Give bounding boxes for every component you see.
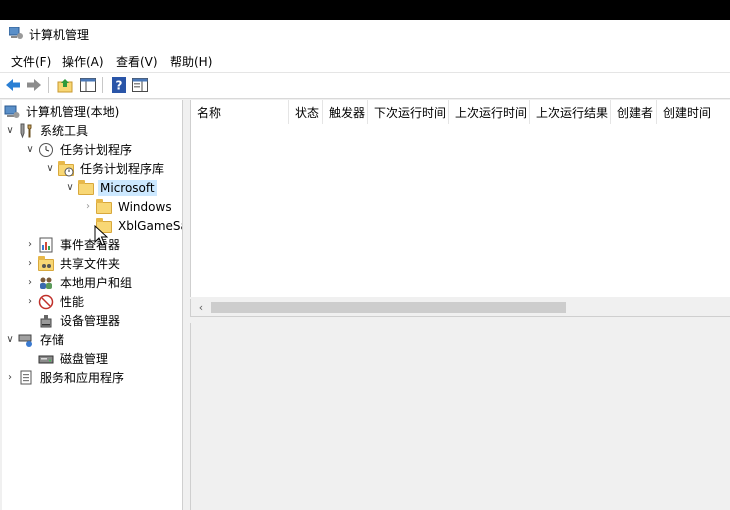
chevron-right-icon[interactable]: › [24,235,36,254]
console-tree[interactable]: 计算机管理(本地) ∨ 系统工具 ∨ 任务计划程序 ∨ 任务计划程序库 ∨ Mi… [2,100,183,510]
storage-icon [18,332,34,348]
tree-item-label: Windows [118,199,172,214]
tree-item-label: 共享文件夹 [60,257,121,271]
chevron-right-icon[interactable]: › [4,368,16,387]
task-list[interactable]: 名称 状态 触发器 下次运行时间 上次运行时间 上次运行结果 创建者 创建时间 [190,100,730,297]
column-header-last-result[interactable]: 上次运行结果 [530,100,611,124]
pane-splitter[interactable] [183,100,189,510]
services-icon [18,370,34,386]
menu-file[interactable]: 文件(F) [11,53,51,70]
tree-item-storage[interactable]: ∨ 存储 [4,330,66,349]
column-header-author[interactable]: 创建者 [611,100,657,124]
device-manager-icon [38,313,54,329]
scroll-left-icon[interactable]: ‹ [195,299,207,316]
tree-item-shared-folders[interactable]: › 共享文件夹 [24,254,122,273]
chevron-down-icon[interactable]: ∨ [4,121,16,140]
chevron-down-icon[interactable]: ∨ [24,140,36,159]
chevron-right-icon[interactable]: › [24,254,36,273]
column-header-created[interactable]: 创建时间 [657,100,730,124]
up-folder-icon[interactable] [56,76,74,94]
tree-item-disk-management[interactable]: 磁盘管理 [24,349,110,368]
tree-item-task-scheduler-library[interactable]: ∨ 任务计划程序库 [44,159,166,178]
menu-view[interactable]: 查看(V) [116,53,158,70]
tree-item-label: 事件查看器 [60,238,121,252]
scrollbar-thumb[interactable] [211,302,566,313]
folder-icon [78,179,94,196]
back-arrow-icon[interactable] [4,76,22,94]
tree-item-label: 系统工具 [40,124,89,138]
forward-arrow-icon[interactable] [25,76,43,94]
tree-item-device-manager[interactable]: 设备管理器 [24,311,122,330]
title-bar[interactable]: 计算机管理 [0,20,730,48]
tree-item-label: 服务和应用程序 [40,371,125,385]
tools-icon [18,123,34,139]
shared-folder-icon [38,255,54,272]
horizontal-scrollbar[interactable]: ‹ [190,299,730,316]
tree-item-label: 任务计划程序库 [80,162,165,176]
folder-clock-icon [58,160,74,177]
tree-item-local-users-groups[interactable]: › 本地用户和组 [24,273,134,292]
tree-item-computer-management[interactable]: 计算机管理(本地) [4,102,121,121]
show-hide-tree-icon[interactable] [79,76,97,94]
toolbar: ? [0,72,730,99]
column-header-status[interactable]: 状态 [289,100,323,124]
tree-item-label: 计算机管理(本地) [26,105,120,119]
help-icon[interactable]: ? [110,76,128,94]
tree-item-label: XblGameSa [118,218,183,233]
computer-management-icon [9,27,23,39]
folder-icon [96,198,112,215]
chevron-down-icon[interactable]: ∨ [4,330,16,349]
tree-item-services-apps[interactable]: › 服务和应用程序 [4,368,126,387]
clock-icon [38,142,54,158]
tree-item-windows[interactable]: › Windows [82,197,174,216]
column-header-last-run[interactable]: 上次运行时间 [449,100,530,124]
svg-text:?: ? [116,79,123,93]
computer-management-icon [4,104,20,120]
chevron-right-icon[interactable]: › [24,292,36,311]
tree-item-label: 设备管理器 [60,314,121,328]
column-header-trigger[interactable]: 触发器 [323,100,368,124]
tree-item-label: 存储 [40,333,65,347]
chevron-down-icon[interactable]: ∨ [44,159,56,178]
chevron-down-icon[interactable]: ∨ [64,178,76,197]
tree-item-label: 磁盘管理 [60,352,109,366]
disk-icon [38,351,54,367]
column-header-next-run[interactable]: 下次运行时间 [368,100,449,124]
performance-icon [38,294,54,310]
tree-item-system-tools[interactable]: ∨ 系统工具 [4,121,90,140]
chevron-right-icon[interactable]: › [82,197,94,216]
tree-item-label: 本地用户和组 [60,276,133,290]
tree-item-label: 任务计划程序 [60,143,133,157]
window-title: 计算机管理 [29,28,90,42]
tree-item-label: 性能 [60,295,85,309]
properties-icon[interactable] [131,76,149,94]
menu-action[interactable]: 操作(A) [62,53,104,70]
task-detail-pane [190,323,730,510]
users-icon [38,275,54,291]
tree-item-microsoft[interactable]: ∨ Microsoft [64,178,157,197]
event-viewer-icon [38,237,54,253]
menu-bar: 文件(F) 操作(A) 查看(V) 帮助(H) [0,48,730,72]
column-header-name[interactable]: 名称 [191,100,289,124]
chevron-right-icon[interactable]: › [24,273,36,292]
tree-item-task-scheduler[interactable]: ∨ 任务计划程序 [24,140,134,159]
mouse-cursor-icon [94,225,108,246]
computer-management-window: 计算机管理 文件(F) 操作(A) 查看(V) 帮助(H) ? 计算机管理(本地… [0,20,730,510]
menu-help[interactable]: 帮助(H) [170,53,212,70]
tree-item-label: Microsoft [98,179,157,196]
tree-item-performance[interactable]: › 性能 [24,292,86,311]
